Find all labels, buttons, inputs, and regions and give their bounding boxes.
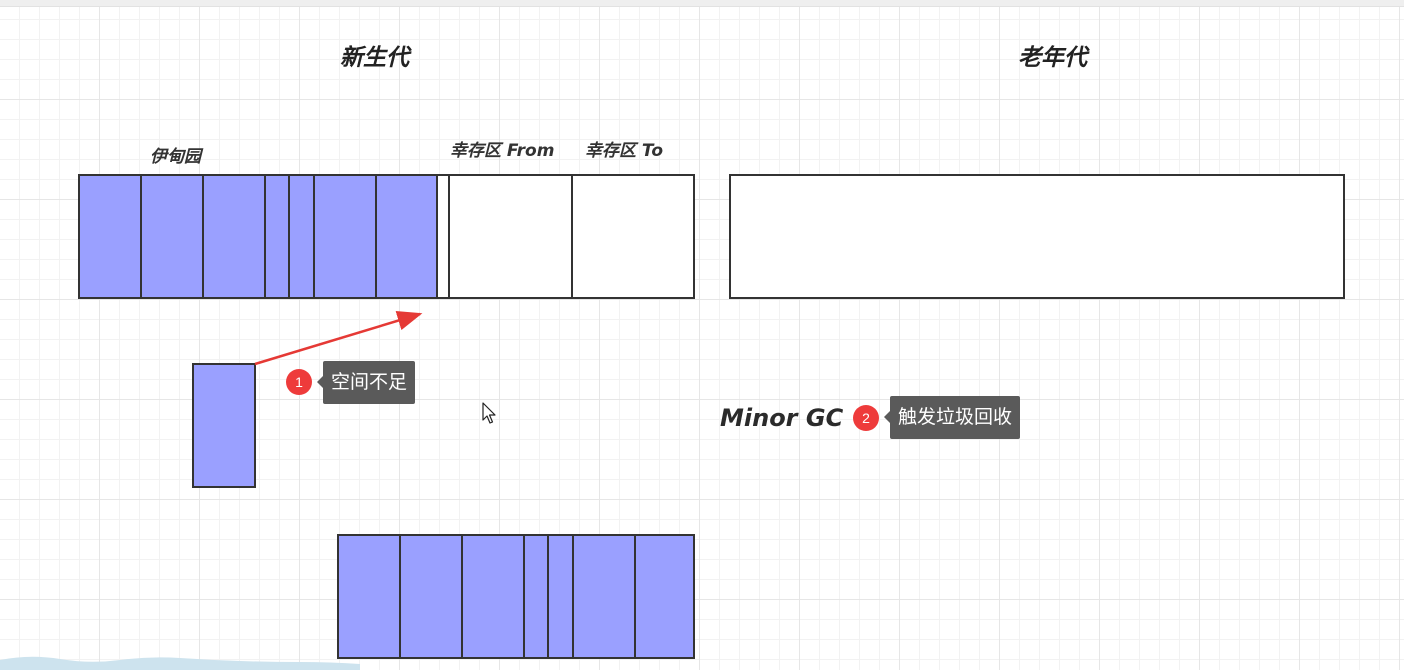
eden-object-block[interactable] (636, 536, 693, 657)
eden-object-block[interactable] (315, 176, 377, 297)
eden-after-gc-bar[interactable] (337, 534, 695, 659)
eden-object-block[interactable] (525, 536, 549, 657)
eden-object-block[interactable] (549, 536, 574, 657)
annotation-tooltip-1: 空间不足 (316, 361, 416, 404)
minor-gc-label: Minor GC (720, 404, 844, 432)
eden-object-block[interactable] (142, 176, 204, 297)
eden-object-block[interactable] (204, 176, 266, 297)
annotation-tooltip-2: 触发垃圾回收 (883, 396, 1021, 439)
arrow-line (254, 310, 423, 366)
annotation-badge-1[interactable]: 1 (286, 369, 312, 395)
old-gen-heading: 老年代 (1018, 45, 1087, 71)
eden-object-block[interactable] (463, 536, 525, 657)
young-generation-bar[interactable] (78, 174, 695, 299)
old-generation-bar[interactable] (729, 174, 1345, 299)
allocation-arrow (254, 310, 423, 366)
bottom-wave-decoration (0, 656, 360, 670)
eden-object-block[interactable] (339, 536, 401, 657)
new-object-block[interactable] (192, 363, 256, 488)
eden-object-block[interactable] (574, 536, 636, 657)
survivor-from-region[interactable] (450, 176, 573, 297)
eden-object-block[interactable] (80, 176, 142, 297)
survivor-to-label: 幸存区 To (585, 141, 664, 161)
eden-object-block[interactable] (401, 536, 463, 657)
young-gen-heading: 新生代 (340, 45, 409, 71)
canvas-top-bar (0, 0, 1404, 7)
eden-object-block[interactable] (290, 176, 315, 297)
eden-label: 伊甸园 (150, 147, 201, 167)
annotation-badge-2[interactable]: 2 (853, 405, 879, 431)
eden-object-block[interactable] (266, 176, 290, 297)
survivor-to-region[interactable] (573, 176, 693, 297)
eden-free-space[interactable] (438, 176, 450, 297)
mouse-pointer-icon (482, 402, 496, 424)
eden-object-block[interactable] (377, 176, 438, 297)
survivor-from-label: 幸存区 From (450, 141, 555, 161)
